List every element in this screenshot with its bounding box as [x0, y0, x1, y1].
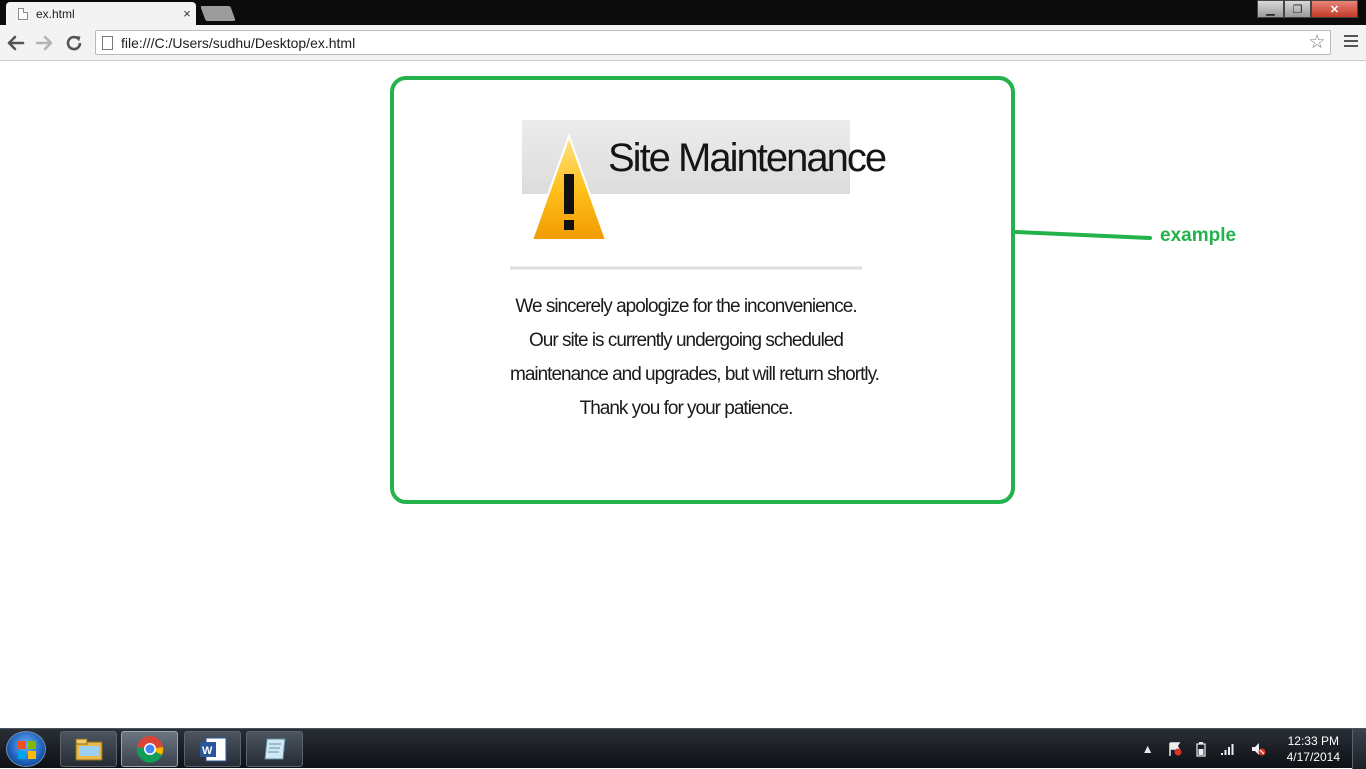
taskbar-word[interactable]: W: [184, 731, 241, 767]
taskbar-chrome[interactable]: [121, 731, 178, 767]
maintenance-image: Site Maintenance We sincerely apologize …: [510, 104, 887, 434]
example-frame: Site Maintenance We sincerely apologize …: [390, 76, 1015, 504]
system-tray: ▲ 12:33 PM 4/17/2014: [1135, 729, 1366, 769]
start-button[interactable]: [6, 731, 46, 767]
arrow-right-icon: [35, 35, 53, 51]
browser-titlebar: ex.html × ▁ ❐ ✕: [0, 0, 1366, 25]
tab-close-button[interactable]: ×: [178, 6, 196, 21]
browser-tab[interactable]: ex.html ×: [6, 2, 196, 25]
close-window-button[interactable]: ✕: [1311, 0, 1358, 18]
page-icon: [102, 35, 113, 50]
minimize-button[interactable]: ▁: [1257, 0, 1284, 18]
action-center-flag-icon[interactable]: [1168, 741, 1182, 757]
tab-title: ex.html: [36, 6, 75, 21]
address-bar[interactable]: file:///C:/Users/sudhu/Desktop/ex.html ☆: [95, 30, 1331, 55]
show-desktop-button[interactable]: [1352, 729, 1366, 769]
bookmark-star-icon[interactable]: ☆: [1304, 31, 1330, 54]
back-button[interactable]: [4, 31, 28, 55]
message-line: We sincerely apologize for the inconveni…: [515, 296, 857, 317]
forward-button[interactable]: [32, 31, 56, 55]
browser-toolbar: file:///C:/Users/sudhu/Desktop/ex.html ☆: [0, 25, 1366, 61]
document-icon: [18, 7, 28, 20]
volume-muted-icon[interactable]: [1250, 741, 1266, 757]
url-text[interactable]: file:///C:/Users/sudhu/Desktop/ex.html: [121, 35, 1304, 51]
message-line: Thank you for your patience.: [579, 398, 794, 419]
folder-icon: [75, 738, 102, 761]
notepad-icon: [263, 738, 286, 760]
clock-date: 4/17/2014: [1286, 750, 1340, 764]
warning-icon: [530, 133, 608, 241]
clock-time: 12:33 PM: [1287, 734, 1339, 748]
divider: [510, 266, 862, 270]
windows-logo-icon: [18, 741, 36, 759]
reload-icon: [66, 35, 82, 51]
maximize-button[interactable]: ❐: [1284, 0, 1311, 18]
arrow-left-icon: [7, 35, 25, 51]
chrome-menu-icon[interactable]: [1344, 35, 1358, 50]
battery-icon[interactable]: [1196, 741, 1206, 757]
message-line: Our site is currently undergoing schedul…: [529, 330, 844, 351]
taskbar-clock[interactable]: 12:33 PM 4/17/2014: [1287, 733, 1340, 765]
message-line: maintenance and upgrades, but will retur…: [510, 364, 880, 385]
maintenance-title: Site Maintenance: [608, 136, 887, 180]
annotation-label: example: [1160, 225, 1237, 246]
word-icon: W: [199, 737, 226, 762]
new-tab-button[interactable]: [200, 6, 236, 21]
taskbar-notepad[interactable]: [246, 731, 303, 767]
chrome-icon: [136, 736, 163, 763]
taskbar-file-explorer[interactable]: [60, 731, 117, 767]
windows-taskbar: W ▲ 12:33 PM 4/17/2014: [0, 728, 1366, 769]
reload-button[interactable]: [62, 31, 86, 55]
show-hidden-icons-icon[interactable]: ▲: [1142, 742, 1154, 756]
network-signal-icon[interactable]: [1220, 742, 1236, 756]
maintenance-message: We sincerely apologize for the inconveni…: [510, 290, 880, 426]
svg-text:W: W: [202, 745, 213, 757]
window-controls: ▁ ❐ ✕: [1257, 0, 1358, 18]
